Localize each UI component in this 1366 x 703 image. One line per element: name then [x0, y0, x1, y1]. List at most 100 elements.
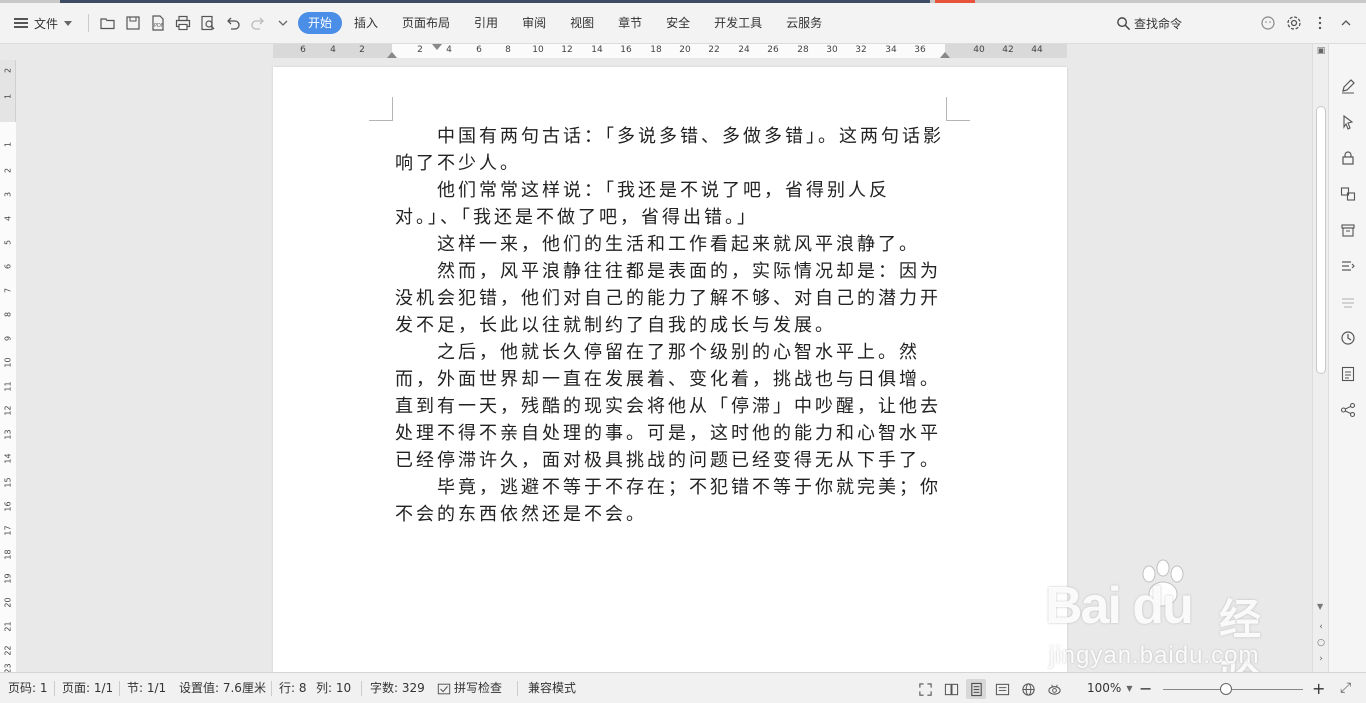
document-page[interactable]: 中国有两句古话：「多说多错、多做多错」。这两句话影响了不少人。 他们常常这样说：…	[273, 67, 1067, 672]
ruler-number: 28	[797, 45, 809, 55]
ruler-number: 17	[3, 525, 13, 536]
hamburger-icon	[14, 18, 28, 28]
ruler-number: 6	[3, 263, 13, 270]
spell-check-button[interactable]: 拼写检查	[437, 673, 502, 703]
ruler-number: 36	[914, 45, 926, 55]
scroll-down-arrow-icon[interactable]: ▼	[1317, 602, 1323, 611]
outline-icon[interactable]	[1340, 258, 1356, 274]
paragraph[interactable]: 他们常常这样说：「我还是不说了吧，省得别人反对。」、「我还是不做了吧，省得出错。…	[395, 177, 947, 231]
open-folder-icon[interactable]	[95, 10, 120, 36]
fit-page-icon[interactable]: ⤢	[1340, 673, 1351, 703]
status-page-number[interactable]: 页码: 1	[8, 673, 48, 703]
ruler-number: 30	[826, 45, 838, 55]
format-icon[interactable]	[1340, 294, 1356, 310]
document-stats-icon[interactable]	[1340, 366, 1356, 382]
translate-icon[interactable]	[1340, 186, 1356, 202]
status-pages[interactable]: 页面: 1/1	[62, 673, 113, 703]
print-icon[interactable]	[170, 10, 195, 36]
archive-icon[interactable]	[1340, 222, 1356, 238]
outline-view-icon[interactable]	[992, 679, 1012, 699]
paragraph[interactable]: 毕竟，逃避不等于不存在；不犯错不等于你就完美；你不会的东西依然还是不会。	[395, 474, 947, 528]
history-icon[interactable]	[1340, 330, 1356, 346]
export-pdf-icon[interactable]: PDF	[145, 10, 170, 36]
ruler-number: 4	[3, 215, 13, 222]
scrollbar-thumb[interactable]	[1316, 106, 1326, 374]
search-icon	[1117, 16, 1131, 30]
paragraph[interactable]: 然而，风平浪静往往都是表面的，实际情况却是：因为没机会犯错，他们对自己的能力了解…	[395, 258, 947, 339]
collapse-ribbon-icon[interactable]	[1333, 12, 1359, 34]
tab-view[interactable]: 视图	[558, 12, 606, 34]
horizontal-ruler[interactable]: 6 4 2 2 4 6 8 10 12 14 16 18 20 22 24 26…	[0, 44, 1312, 60]
status-column[interactable]: 列: 10	[316, 673, 351, 703]
zoom-in-button[interactable]: +	[1312, 673, 1325, 703]
vertical-ruler[interactable]: 2 1 1 2 3 4 5 6 7 8 9 10 11 12 13 14 15 …	[0, 60, 16, 674]
right-indent-marker[interactable]	[940, 52, 950, 58]
reading-view-icon[interactable]	[941, 679, 961, 699]
pen-icon[interactable]	[1340, 78, 1356, 94]
tab-page-layout[interactable]: 页面布局	[390, 12, 462, 34]
file-menu-label: 文件	[34, 16, 59, 31]
select-browse-object-icon[interactable]: ○	[1316, 638, 1326, 648]
ruler-number: 26	[767, 45, 779, 55]
spell-check-icon	[437, 683, 451, 694]
tab-developer[interactable]: 开发工具	[702, 12, 774, 34]
document-body[interactable]: 中国有两句古话：「多说多错、多做多错」。这两句话影响了不少人。 他们常常这样说：…	[395, 123, 947, 528]
tab-review[interactable]: 审阅	[510, 12, 558, 34]
status-word-count[interactable]: 字数: 329	[370, 673, 425, 703]
eye-protection-icon[interactable]	[1044, 679, 1064, 699]
feedback-icon[interactable]	[1255, 12, 1281, 34]
redo-icon[interactable]	[245, 10, 270, 36]
zoom-out-button[interactable]: −	[1139, 673, 1152, 703]
page-view-icon[interactable]	[966, 679, 986, 699]
ruler-number: 20	[3, 597, 13, 608]
status-section[interactable]: 节: 1/1	[127, 673, 166, 703]
ruler-number: 40	[973, 45, 985, 55]
cursor-select-icon[interactable]	[1340, 114, 1356, 130]
title-strip	[0, 0, 1366, 3]
ruler-number: 22	[708, 45, 720, 55]
gear-icon[interactable]	[1281, 12, 1307, 34]
zoom-slider-track[interactable]	[1163, 689, 1303, 690]
save-icon[interactable]	[120, 10, 145, 36]
tab-home[interactable]: 开始	[298, 12, 343, 34]
next-page-icon[interactable]: ›	[1316, 654, 1326, 664]
paragraph[interactable]: 之后，他就长久停留在了那个级别的心智水平上。然而，外面世界却一直在发展着、变化着…	[395, 339, 947, 474]
zoom-level-dropdown[interactable]: 100% ▼	[1087, 673, 1132, 703]
ruler-toggle-icon[interactable]: ▣	[1316, 46, 1326, 56]
ruler-number: 20	[679, 45, 691, 55]
file-menu-button[interactable]: 文件	[0, 10, 82, 36]
ruler-number: 12	[3, 405, 13, 416]
ruler-number: 15	[3, 477, 13, 488]
tab-references[interactable]: 引用	[462, 12, 510, 34]
previous-page-icon[interactable]: ‹	[1316, 622, 1326, 632]
vertical-scrollbar[interactable]: ▣ ▼ ‹ ○ ›	[1312, 44, 1328, 672]
paragraph[interactable]: 中国有两句古话：「多说多错、多做多错」。这两句话影响了不少人。	[395, 123, 947, 177]
web-view-icon[interactable]	[1018, 679, 1038, 699]
share-icon[interactable]	[1340, 402, 1356, 418]
print-preview-icon[interactable]	[195, 10, 220, 36]
svg-text:PDF: PDF	[154, 23, 164, 29]
ruler-number: 34	[885, 45, 897, 55]
ruler-number: 7	[3, 287, 13, 294]
status-setting-value[interactable]: 设置值: 7.6厘米	[179, 673, 266, 703]
ruler-number: 44	[1031, 45, 1043, 55]
customize-quick-access-icon[interactable]	[270, 10, 295, 36]
more-options-icon[interactable]	[1307, 12, 1333, 34]
zoom-slider-knob[interactable]	[1220, 683, 1232, 695]
tab-cloud-service[interactable]: 云服务	[774, 12, 834, 34]
tab-insert[interactable]: 插入	[342, 12, 390, 34]
lock-icon[interactable]	[1340, 150, 1356, 166]
undo-icon[interactable]	[220, 10, 245, 36]
paragraph[interactable]: 这样一来，他们的生活和工作看起来就风平浪静了。	[395, 231, 947, 258]
compatibility-mode-label[interactable]: 兼容模式	[528, 673, 576, 703]
ruler-number: 16	[3, 501, 13, 512]
document-canvas[interactable]: 中国有两句古话：「多说多错、多做多错」。这两句话影响了不少人。 他们常常这样说：…	[16, 60, 1312, 672]
first-line-indent-marker[interactable]	[432, 44, 442, 50]
status-row[interactable]: 行: 8	[279, 673, 307, 703]
tab-chapter[interactable]: 章节	[606, 12, 654, 34]
zoom-level-label: 100%	[1087, 681, 1122, 695]
tab-security[interactable]: 安全	[654, 12, 702, 34]
search-command-button[interactable]: 查找命令	[1116, 12, 1182, 34]
fullscreen-view-icon[interactable]	[915, 679, 935, 699]
left-indent-marker[interactable]	[387, 52, 397, 58]
